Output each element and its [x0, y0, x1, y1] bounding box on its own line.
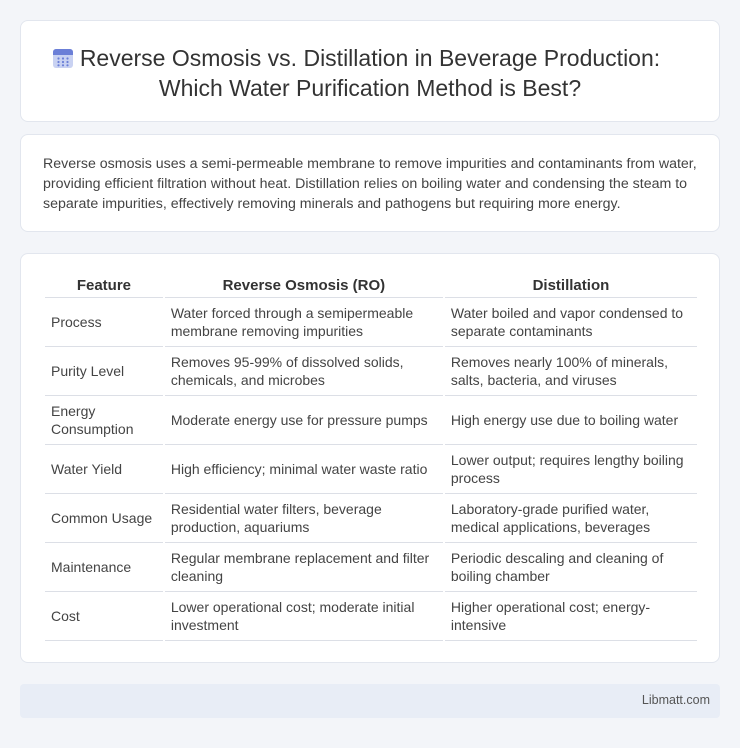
row-ro-cell: Lower operational cost; moderate initial… — [164, 592, 443, 641]
row-ro-cell: High efficiency; minimal water waste rat… — [164, 445, 443, 494]
comparison-card: Feature Reverse Osmosis (RO) Distillatio… — [20, 253, 720, 663]
table-row: Purity Level Removes 95-99% of dissolved… — [45, 347, 697, 396]
row-feature-cell: Energy Consumption — [45, 396, 163, 445]
row-ro-cell: Residential water filters, beverage prod… — [164, 494, 443, 543]
row-distillation-cell: Periodic descaling and cleaning of boili… — [444, 543, 697, 592]
row-distillation-cell: Laboratory-grade purified water, medical… — [444, 494, 697, 543]
title-line-2: Which Water Purification Method is Best? — [158, 75, 582, 101]
row-distillation-cell: Water boiled and vapor condensed to sepa… — [444, 298, 697, 347]
row-distillation-cell: Higher operational cost; energy-intensiv… — [444, 592, 697, 641]
row-feature-cell: Cost — [45, 592, 163, 641]
title-line-1: Reverse Osmosis vs. Distillation in Beve… — [79, 45, 661, 71]
table-row: Cost Lower operational cost; moderate in… — [45, 592, 697, 641]
table-header-row: Feature Reverse Osmosis (RO) Distillatio… — [45, 274, 697, 298]
row-ro-cell: Regular membrane replacement and filter … — [164, 543, 443, 592]
row-feature-cell: Process — [45, 298, 163, 347]
summary-text: Reverse osmosis uses a semi-permeable me… — [43, 156, 697, 212]
row-feature-cell: Common Usage — [45, 494, 163, 543]
comparison-table: Feature Reverse Osmosis (RO) Distillatio… — [43, 274, 699, 641]
row-distillation-cell: Removes nearly 100% of minerals, salts, … — [444, 347, 697, 396]
row-feature-cell: Maintenance — [45, 543, 163, 592]
table-row: Energy Consumption Moderate energy use f… — [45, 396, 697, 445]
header-feature: Feature — [45, 274, 163, 298]
row-ro-cell: Water forced through a semipermeable mem… — [164, 298, 443, 347]
summary-card: Reverse osmosis uses a semi-permeable me… — [20, 134, 720, 232]
title-card: Reverse Osmosis vs. Distillation in Beve… — [20, 20, 720, 122]
row-ro-cell: Removes 95-99% of dissolved solids, chem… — [164, 347, 443, 396]
page-title: Reverse Osmosis vs. Distillation in Beve… — [21, 43, 719, 103]
table-row: Common Usage Residential water filters, … — [45, 494, 697, 543]
table-row: Process Water forced through a semiperme… — [45, 298, 697, 347]
row-distillation-cell: Lower output; requires lengthy boiling p… — [444, 445, 697, 494]
table-row: Water Yield High efficiency; minimal wat… — [45, 445, 697, 494]
footer-bar: Libmatt.com — [20, 684, 720, 718]
header-reverse-osmosis: Reverse Osmosis (RO) — [164, 274, 443, 298]
row-distillation-cell: High energy use due to boiling water — [444, 396, 697, 445]
row-feature-cell: Purity Level — [45, 347, 163, 396]
header-distillation: Distillation — [444, 274, 697, 298]
table-row: Maintenance Regular membrane replacement… — [45, 543, 697, 592]
row-feature-cell: Water Yield — [45, 445, 163, 494]
footer-site-link[interactable]: Libmatt.com — [642, 693, 710, 707]
row-ro-cell: Moderate energy use for pressure pumps — [164, 396, 443, 445]
